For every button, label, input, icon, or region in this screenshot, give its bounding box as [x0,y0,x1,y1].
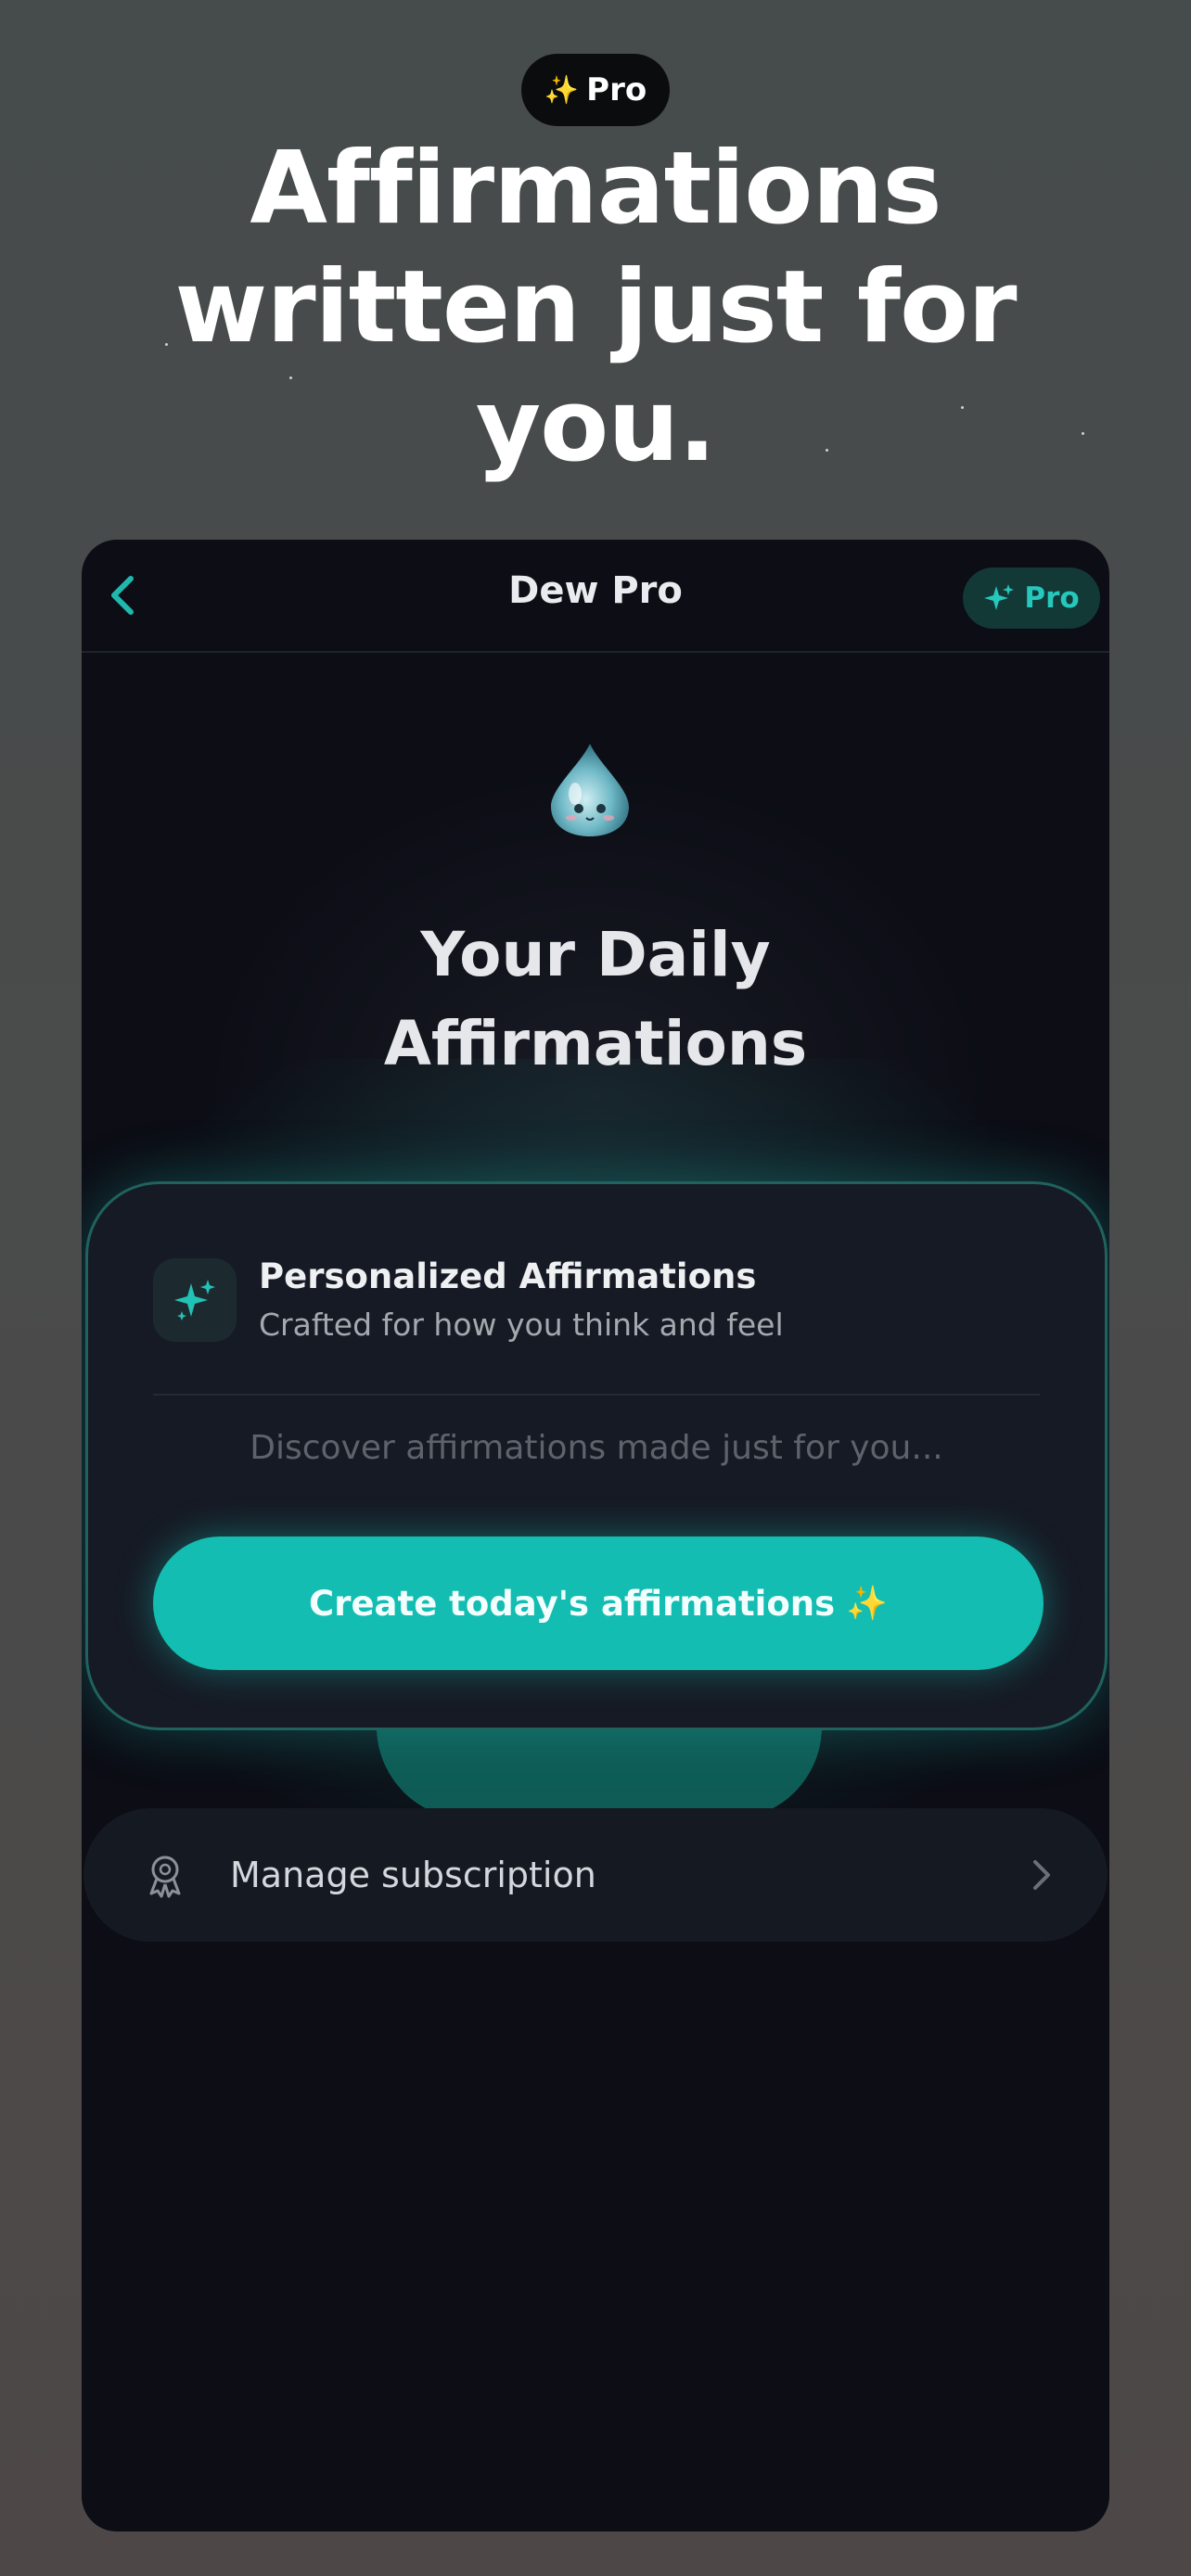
headline-line: written just for [174,249,1018,365]
app-screen: Dew Pro Pro Your Daily Affirmations Pers… [82,540,1109,2531]
sparkles-icon: ✨ [544,73,580,107]
pro-chip[interactable]: Pro [963,567,1100,629]
sparkles-icon [174,1280,215,1320]
headline-line: you. [475,368,717,484]
promo-headline: Affirmations written just for you. [0,130,1191,486]
pro-chip-label: Pro [1024,581,1080,615]
card-title: Personalized Affirmations [259,1256,757,1296]
divider [153,1394,1040,1396]
create-affirmations-button[interactable]: Create today's affirmations ✨ [153,1537,1044,1670]
nav-title: Dew Pro [508,569,683,612]
headline-line: Affirmations [250,131,941,247]
navigation-bar: Dew Pro Pro [82,540,1109,653]
card-shadow-pill [377,1727,822,1819]
affirmations-placeholder: Discover affirmations made just for you.… [250,1429,943,1467]
screen-title: Your Daily Affirmations [82,911,1109,1089]
card-icon-tile [153,1258,237,1342]
sparkles-icon: ✨ [846,1585,888,1623]
screen-title-line: Your Daily [420,919,771,990]
screen-title-line: Affirmations [383,1008,808,1079]
manage-subscription-label: Manage subscription [230,1855,596,1895]
award-ribbon-icon [149,1855,181,1898]
manage-subscription-row[interactable]: Manage subscription [83,1808,1108,1942]
card-subtitle: Crafted for how you think and feel [259,1307,784,1343]
sparkles-icon [984,584,1015,610]
pro-badge: ✨ Pro [521,54,670,126]
chevron-right-icon [1033,1860,1050,1890]
affirmations-card: Personalized Affirmations Crafted for ho… [85,1181,1108,1730]
pro-badge-label: Pro [586,71,647,108]
water-drop-mascot [551,744,629,836]
create-button-label: Create today's affirmations [309,1583,836,1624]
